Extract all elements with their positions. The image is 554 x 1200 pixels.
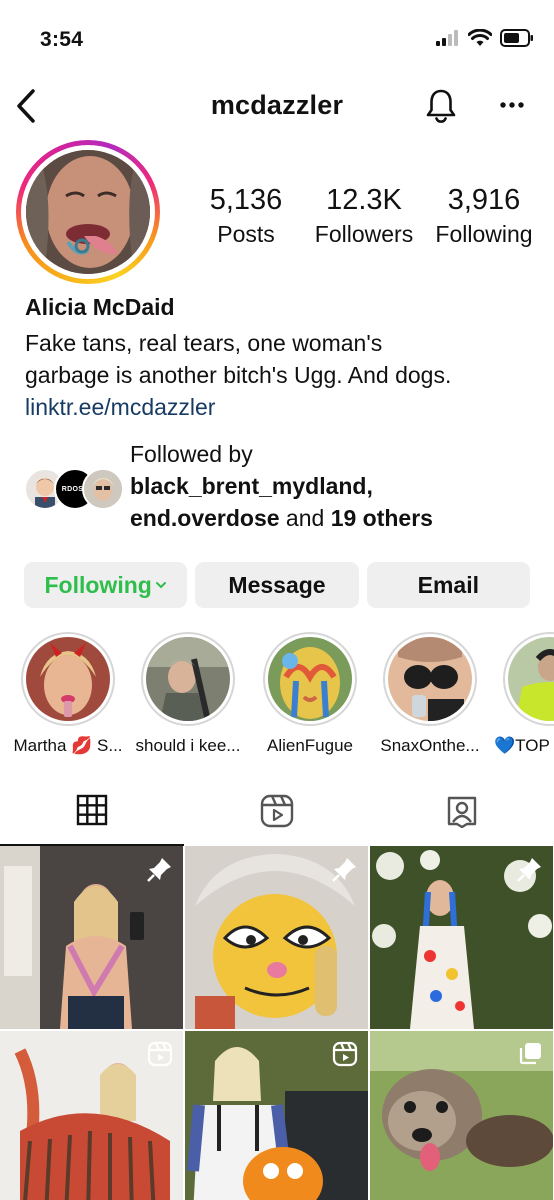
status-time: 3:54 [40,28,84,51]
post-thumbnail[interactable] [370,846,553,1029]
email-button-label: Email [417,571,479,598]
highlight-label: AlienFugue [266,736,353,755]
message-button-label: Message [228,571,326,598]
highlight-item[interactable]: AlienFugue [250,632,370,756]
post-thumbnail[interactable] [0,846,183,1029]
mutual-follower-avatar-3 [82,468,124,510]
mutual-follower-2[interactable]: end.overdose [130,505,280,531]
followed-by-text: Followed by black_brent_mydland, end.ove… [130,438,433,534]
tab-posts-grid[interactable] [0,794,184,846]
pin-icon [147,858,171,882]
reel-badge-icon [147,1041,173,1067]
status-icons [436,29,534,47]
mutual-followers-others[interactable]: 19 others [331,505,433,531]
email-button[interactable]: Email [366,562,530,608]
story-highlights: Martha 💋 S... should i kee... AlienFugue… [0,632,554,762]
profile-nav-bar: mcdazzler [0,80,554,134]
pin-icon [517,858,541,882]
highlight-cover [388,637,472,721]
followers-label: Followers [314,221,414,247]
highlight-cover [268,637,352,721]
wifi-icon [468,29,492,46]
tagged-icon [447,796,477,828]
following-stat[interactable]: 3,916 Following [428,184,540,248]
highlight-label: should i kee... [135,736,241,755]
multiple-photos-icon [519,1043,541,1065]
highlight-item[interactable]: Martha 💋 S... [8,632,128,756]
battery-icon [500,29,533,47]
reels-icon [260,794,294,828]
highlight-label: SnaxOnthe... [380,736,480,755]
following-count: 3,916 [447,184,521,216]
post-thumbnail[interactable] [185,846,368,1029]
profile-avatar-story-ring[interactable] [16,140,160,284]
followers-count: 12.3K [326,184,402,216]
followed-by-and: and [279,505,331,531]
message-button[interactable]: Message [195,562,359,608]
highlight-label: 💙TOP [494,736,550,755]
posts-label: Posts [217,221,275,247]
highlight-cover [508,637,554,721]
profile-content-tabs [0,784,554,846]
bio-text-line-2: garbage is another bitch's Ugg. And dogs… [25,362,452,388]
reel-badge-icon [332,1041,358,1067]
highlight-item[interactable]: should i kee... [128,632,248,756]
tab-reels[interactable] [185,794,369,846]
mutual-followers-avatars: RDOSE [24,468,124,510]
followed-by-prefix: Followed by [130,441,253,467]
profile-actions: Following Message Email [24,562,530,608]
posts-stat[interactable]: 5,136 Posts [190,184,302,248]
posts-grid [0,846,554,1200]
following-button-label: Following [44,571,152,598]
cellular-signal-icon [436,30,458,46]
pin-icon [332,858,356,882]
notification-bell-icon[interactable] [424,88,458,124]
highlight-cover [146,637,230,721]
more-options-icon[interactable] [498,98,528,112]
highlight-cover [26,637,110,721]
profile-stats: 5,136 Posts 12.3K Followers 3,916 Follow… [200,184,540,254]
followers-stat[interactable]: 12.3K Followers [308,184,420,248]
highlight-label: Martha 💋 S... [13,736,123,755]
post-thumbnail[interactable] [185,1031,368,1200]
followed-by-section[interactable]: RDOSE Followed by black_brent_mydland, e… [24,438,544,538]
highlight-item[interactable]: SnaxOnthe... [370,632,490,756]
profile-full-name: Alicia McDaid [25,294,175,320]
bio-link[interactable]: linktr.ee/mcdazzler [25,391,545,423]
highlight-item[interactable]: 💙TOP [490,632,554,756]
tab-tagged[interactable] [370,794,554,846]
following-label: Following [435,221,533,247]
post-thumbnail[interactable] [370,1031,553,1200]
post-thumbnail[interactable] [0,1031,183,1200]
posts-count: 5,136 [209,184,283,216]
grid-icon [76,794,108,826]
chevron-down-icon [155,582,166,589]
following-button[interactable]: Following [24,562,188,608]
profile-username: mcdazzler [210,90,344,120]
status-bar: 3:54 [0,0,554,80]
profile-avatar [26,150,150,274]
mutual-follower-1[interactable]: black_brent_mydland, [130,473,373,499]
bio-text-line-1: Fake tans, real tears, one woman's [25,330,383,356]
profile-bio: Alicia McDaid Fake tans, real tears, one… [25,294,545,423]
